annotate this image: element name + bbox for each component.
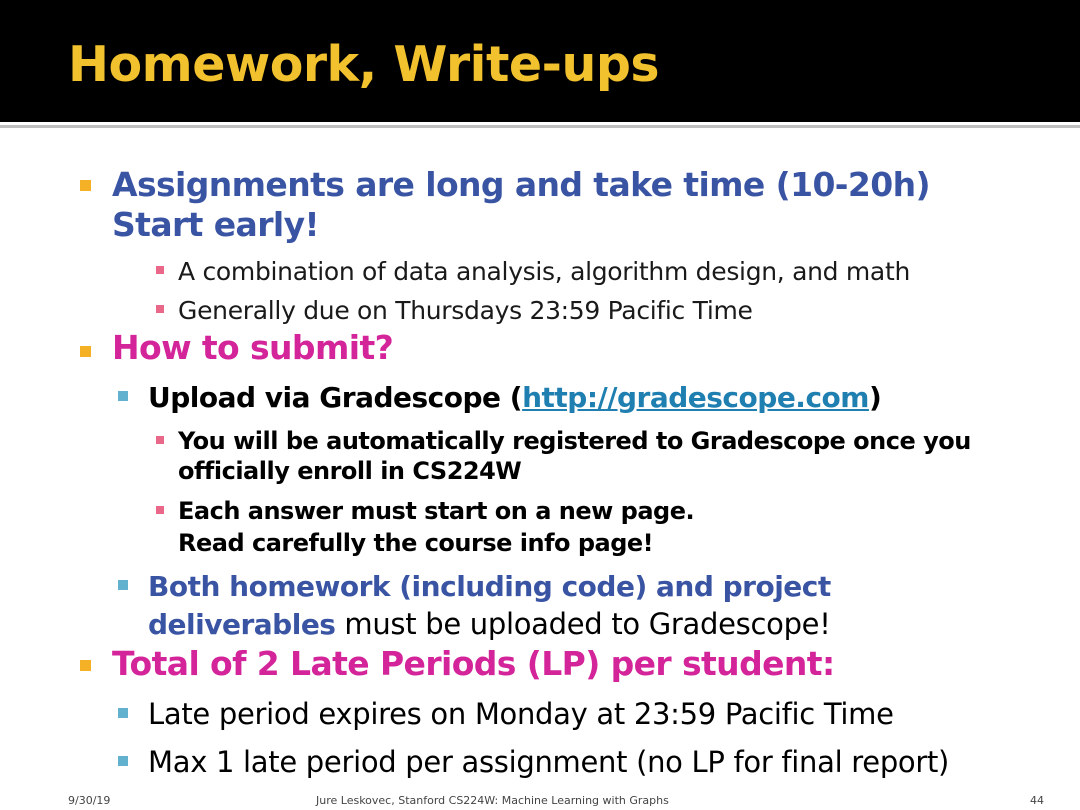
deliverables-bold: deliverables: [148, 608, 336, 641]
deliverables-rest: must be uploaded to Gradescope!: [335, 607, 831, 641]
assignments-heading-line2: Start early!: [112, 205, 320, 244]
deliverables-line2: deliverables must be uploaded to Gradesc…: [148, 606, 831, 643]
level1-bullet-icon: [80, 180, 91, 191]
level1-bullet-icon: [80, 346, 91, 357]
answer-note-line1: Each answer must start on a new page.: [178, 497, 695, 525]
upload-suffix: ): [868, 381, 882, 414]
footer-page-number: 44: [1030, 794, 1044, 807]
slide-body: Assignments are long and take time (10-2…: [0, 0, 1080, 810]
level2-bullet-icon: [118, 708, 128, 718]
level3-bullet-icon: [156, 305, 164, 313]
level3-bullet-icon: [156, 436, 164, 444]
assignments-detail-1: A combination of data analysis, algorith…: [178, 257, 911, 286]
registration-note-line1: You will be automatically registered to …: [178, 427, 971, 455]
footer-date: 9/30/19: [68, 794, 111, 807]
level2-bullet-icon: [118, 580, 128, 590]
late-period-item-1: Late period expires on Monday at 23:59 P…: [148, 697, 894, 731]
registration-note-line2: officially enroll in CS224W: [178, 457, 522, 485]
level3-bullet-icon: [156, 506, 164, 514]
upload-prefix: Upload via Gradescope (: [148, 381, 523, 414]
level1-bullet-icon: [80, 660, 91, 671]
upload-instruction: Upload via Gradescope (http://gradescope…: [148, 380, 882, 416]
level3-bullet-icon: [156, 266, 164, 274]
submit-heading: How to submit?: [112, 328, 394, 367]
level2-bullet-icon: [118, 391, 128, 401]
late-period-item-2: Max 1 late period per assignment (no LP …: [148, 745, 950, 779]
level2-bullet-icon: [118, 756, 128, 766]
assignments-heading-line1: Assignments are long and take time (10-2…: [112, 165, 931, 204]
late-periods-heading: Total of 2 Late Periods (LP) per student…: [112, 644, 835, 683]
answer-note-line2: Read carefully the course info page!: [178, 529, 654, 557]
deliverables-line1: Both homework (including code) and proje…: [148, 570, 831, 603]
gradescope-link[interactable]: http://gradescope.com: [522, 381, 869, 414]
footer-credit: Jure Leskovec, Stanford CS224W: Machine …: [316, 794, 669, 807]
assignments-detail-2: Generally due on Thursdays 23:59 Pacific…: [178, 296, 753, 325]
